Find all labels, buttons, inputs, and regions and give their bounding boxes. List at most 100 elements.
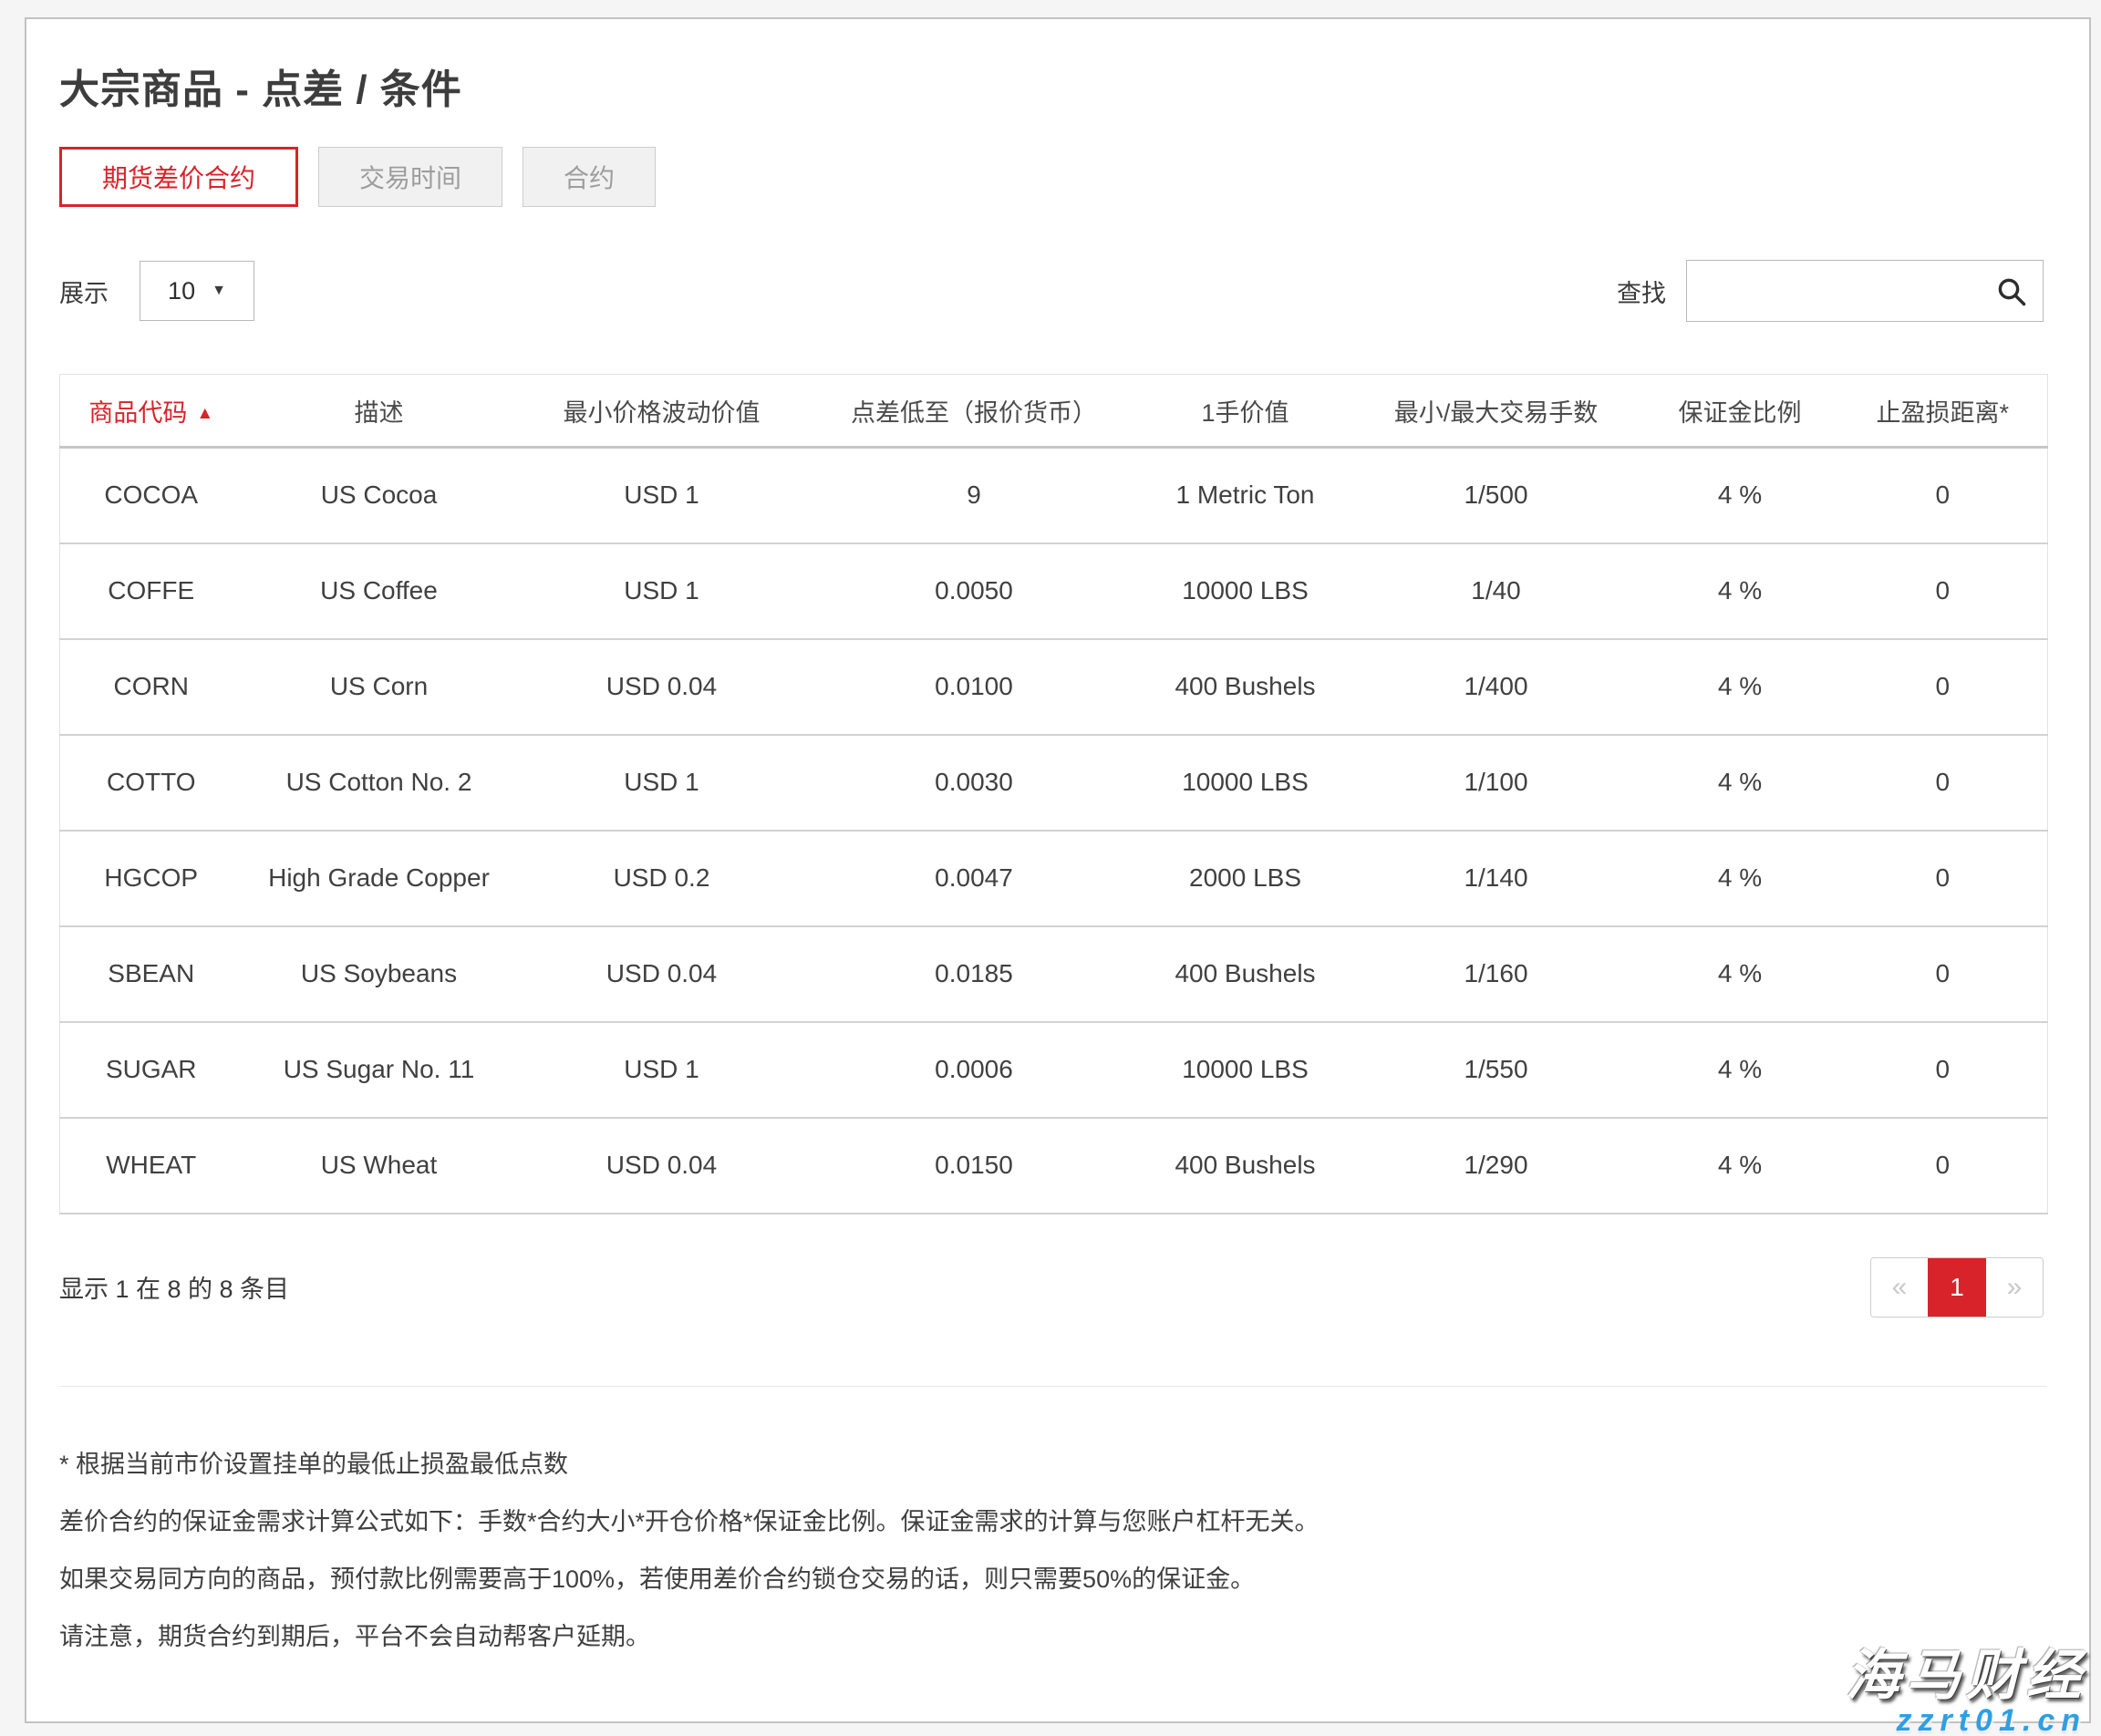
column-header-symbol[interactable]: 商品代码▲	[60, 375, 243, 448]
entries-per-page-select[interactable]: 10 ▼	[140, 261, 254, 321]
footnote-line: 请注意，期货合约到期后，平台不会自动帮客户延期。	[59, 1623, 2044, 1650]
cell-tp-sl-distance: 0	[1838, 639, 2048, 735]
table-row: WHEAT US Wheat USD 0.04 0.0150 400 Bushe…	[60, 1118, 2048, 1214]
footnotes: * 根据当前市价设置挂单的最低止损盈最低点数 差价合约的保证金需求计算公式如下：…	[59, 1451, 2044, 1650]
section-divider	[59, 1386, 2047, 1387]
cell-tp-sl-distance: 0	[1838, 1118, 2048, 1214]
cell-margin-ratio: 4 %	[1642, 448, 1838, 543]
column-header-min-max-lots[interactable]: 最小/最大交易手数	[1351, 375, 1642, 448]
table-row: COCOA US Cocoa USD 1 9 1 Metric Ton 1/50…	[60, 448, 2048, 543]
table-body: COCOA US Cocoa USD 1 9 1 Metric Ton 1/50…	[60, 448, 2048, 1214]
tab-contracts[interactable]: 合约	[523, 147, 656, 207]
cell-description: US Cotton No. 2	[243, 735, 516, 831]
table-header-row: 商品代码▲ 描述 最小价格波动价值 点差低至（报价货币） 1手价值 最小/最大交…	[60, 375, 2048, 448]
cell-spread-from: 0.0100	[808, 639, 1141, 735]
tab-trading-hours[interactable]: 交易时间	[318, 147, 502, 207]
cell-tp-sl-distance: 0	[1838, 1022, 2048, 1118]
cell-description: US Corn	[243, 639, 516, 735]
cell-min-tick-value: USD 1	[516, 1022, 808, 1118]
pagination-page-1-button[interactable]: 1	[1928, 1258, 1986, 1317]
cell-min-max-lots: 1/100	[1351, 735, 1642, 831]
site-watermark: 海马财经 zzrt01.cn	[1846, 1648, 2086, 1736]
column-header-margin-ratio[interactable]: 保证金比例	[1642, 375, 1838, 448]
cell-tp-sl-distance: 0	[1838, 543, 2048, 639]
cell-lot-value: 400 Bushels	[1141, 639, 1351, 735]
cell-symbol: WHEAT	[60, 1118, 243, 1214]
cell-lot-value: 10000 LBS	[1141, 543, 1351, 639]
table-footer: 显示 1 在 8 的 8 条目 « 1 »	[59, 1257, 2044, 1318]
cell-margin-ratio: 4 %	[1642, 735, 1838, 831]
search-input[interactable]	[1687, 261, 2043, 321]
table-row: COFFE US Coffee USD 1 0.0050 10000 LBS 1…	[60, 543, 2048, 639]
cell-spread-from: 0.0030	[808, 735, 1141, 831]
cell-lot-value: 1 Metric Ton	[1141, 448, 1351, 543]
cell-min-tick-value: USD 0.2	[516, 831, 808, 926]
cell-description: US Cocoa	[243, 448, 516, 543]
chevron-down-icon: ▼	[212, 283, 226, 299]
column-header-spread-from[interactable]: 点差低至（报价货币）	[808, 375, 1141, 448]
table-row: COTTO US Cotton No. 2 USD 1 0.0030 10000…	[60, 735, 2048, 831]
cell-symbol: COTTO	[60, 735, 243, 831]
cell-min-tick-value: USD 1	[516, 735, 808, 831]
cell-description: High Grade Copper	[243, 831, 516, 926]
cell-spread-from: 9	[808, 448, 1141, 543]
tab-futures-cfd[interactable]: 期货差价合约	[59, 147, 298, 207]
cell-description: US Sugar No. 11	[243, 1022, 516, 1118]
search-area: 查找	[1617, 260, 2044, 322]
search-label: 查找	[1617, 274, 1666, 309]
cell-min-max-lots: 1/400	[1351, 639, 1642, 735]
cell-min-max-lots: 1/40	[1351, 543, 1642, 639]
watermark-brand-text: 海马财经	[1846, 1648, 2086, 1703]
cell-description: US Coffee	[243, 543, 516, 639]
search-box	[1686, 260, 2044, 322]
cell-symbol: COFFE	[60, 543, 243, 639]
show-entries-label: 展示	[59, 274, 109, 309]
content-panel: 大宗商品 - 点差 / 条件 期货差价合约 交易时间 合约 展示 10 ▼ 查找	[25, 17, 2091, 1723]
footnote-line: 如果交易同方向的商品，预付款比例需要高于100%，若使用差价合约锁仓交易的话，则…	[59, 1566, 2044, 1593]
entries-per-page-value: 10	[168, 277, 195, 305]
cell-tp-sl-distance: 0	[1838, 831, 2048, 926]
cell-margin-ratio: 4 %	[1642, 1118, 1838, 1214]
tab-bar: 期货差价合约 交易时间 合约	[59, 147, 2044, 207]
column-header-tp-sl-distance[interactable]: 止盈损距离*	[1838, 375, 2048, 448]
sort-ascending-icon: ▲	[196, 404, 213, 423]
page-title: 大宗商品 - 点差 / 条件	[59, 67, 2044, 114]
cell-min-tick-value: USD 1	[516, 543, 808, 639]
cell-min-max-lots: 1/160	[1351, 926, 1642, 1022]
cell-margin-ratio: 4 %	[1642, 1022, 1838, 1118]
cell-spread-from: 0.0006	[808, 1022, 1141, 1118]
cell-symbol: COCOA	[60, 448, 243, 543]
page-bottom-strip	[0, 1723, 2101, 1736]
cell-margin-ratio: 4 %	[1642, 639, 1838, 735]
cell-spread-from: 0.0047	[808, 831, 1141, 926]
cell-spread-from: 0.0150	[808, 1118, 1141, 1214]
cell-tp-sl-distance: 0	[1838, 926, 2048, 1022]
cell-symbol: SUGAR	[60, 1022, 243, 1118]
cell-spread-from: 0.0050	[808, 543, 1141, 639]
column-header-lot-value[interactable]: 1手价值	[1141, 375, 1351, 448]
cell-min-tick-value: USD 0.04	[516, 1118, 808, 1214]
column-header-description[interactable]: 描述	[243, 375, 516, 448]
cell-lot-value: 400 Bushels	[1141, 926, 1351, 1022]
cell-symbol: CORN	[60, 639, 243, 735]
cell-min-tick-value: USD 0.04	[516, 639, 808, 735]
cell-min-max-lots: 1/500	[1351, 448, 1642, 543]
cell-description: US Wheat	[243, 1118, 516, 1214]
pagination-next-button[interactable]: »	[1986, 1258, 2043, 1317]
footnote-line: 差价合约的保证金需求计算公式如下：手数*合约大小*开仓价格*保证金比例。保证金需…	[59, 1508, 2044, 1535]
cell-symbol: SBEAN	[60, 926, 243, 1022]
pagination: « 1 »	[1870, 1257, 2044, 1318]
cell-description: US Soybeans	[243, 926, 516, 1022]
table-row: SUGAR US Sugar No. 11 USD 1 0.0006 10000…	[60, 1022, 2048, 1118]
commodities-table: 商品代码▲ 描述 最小价格波动价值 点差低至（报价货币） 1手价值 最小/最大交…	[59, 374, 2048, 1214]
cell-tp-sl-distance: 0	[1838, 735, 2048, 831]
table-row: HGCOP High Grade Copper USD 0.2 0.0047 2…	[60, 831, 2048, 926]
pagination-prev-button[interactable]: «	[1871, 1258, 1928, 1317]
table-header: 商品代码▲ 描述 最小价格波动价值 点差低至（报价货币） 1手价值 最小/最大交…	[60, 375, 2048, 448]
table-controls: 展示 10 ▼ 查找	[59, 260, 2044, 322]
cell-spread-from: 0.0185	[808, 926, 1141, 1022]
cell-lot-value: 2000 LBS	[1141, 831, 1351, 926]
cell-lot-value: 10000 LBS	[1141, 1022, 1351, 1118]
column-header-min-tick-value[interactable]: 最小价格波动价值	[516, 375, 808, 448]
search-icon[interactable]	[1995, 275, 2028, 308]
